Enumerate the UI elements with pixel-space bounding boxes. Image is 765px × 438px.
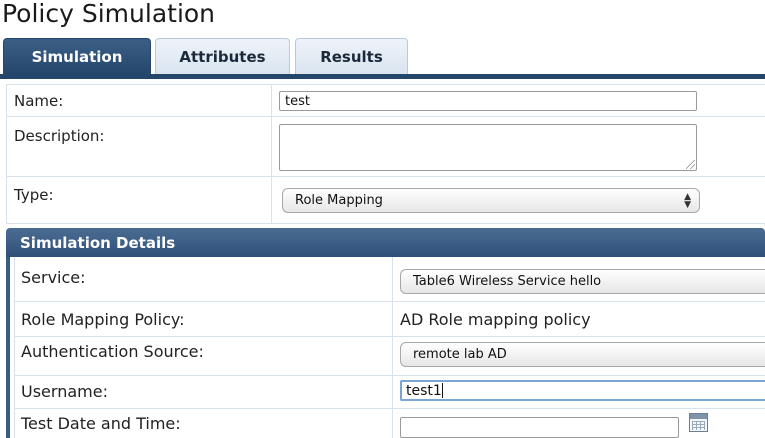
description-textarea[interactable] bbox=[279, 124, 697, 171]
service-select[interactable]: Table6 Wireless Service hello bbox=[400, 269, 765, 294]
tab-simulation[interactable]: Simulation bbox=[3, 38, 151, 75]
policy-value: AD Role mapping policy bbox=[400, 310, 591, 329]
type-select[interactable]: Role Mapping ▲ ▼ bbox=[282, 188, 700, 213]
service-label: Service: bbox=[21, 268, 86, 287]
simulation-details-header: Simulation Details bbox=[6, 228, 765, 257]
text-caret bbox=[441, 383, 443, 398]
select-arrows-icon: ▲ ▼ bbox=[684, 191, 691, 210]
username-label: Username: bbox=[21, 382, 108, 401]
section-title: Simulation Details bbox=[20, 233, 176, 252]
type-select-value: Role Mapping bbox=[295, 193, 383, 208]
tab-results[interactable]: Results bbox=[295, 38, 408, 75]
auth-source-value: remote lab AD bbox=[413, 347, 507, 362]
auth-source-select[interactable]: remote lab AD bbox=[400, 342, 765, 367]
auth-label: Authentication Source: bbox=[21, 342, 204, 361]
tab-attributes[interactable]: Attributes bbox=[155, 38, 290, 75]
type-label: Type: bbox=[14, 186, 54, 204]
username-value: test1 bbox=[406, 382, 442, 399]
textarea-resize-handle[interactable] bbox=[686, 160, 695, 169]
tab-bar-divider bbox=[0, 74, 765, 79]
service-select-value: Table6 Wireless Service hello bbox=[413, 274, 602, 289]
name-input[interactable]: test bbox=[279, 91, 697, 111]
datetime-label: Test Date and Time: bbox=[21, 414, 181, 433]
description-label: Description: bbox=[14, 127, 105, 145]
calendar-icon[interactable] bbox=[689, 413, 708, 432]
datetime-input[interactable] bbox=[400, 417, 679, 438]
username-input[interactable]: test1 bbox=[400, 380, 765, 401]
policy-label: Role Mapping Policy: bbox=[21, 310, 185, 329]
name-label: Name: bbox=[14, 92, 64, 110]
page-title: Policy Simulation bbox=[2, 0, 216, 28]
